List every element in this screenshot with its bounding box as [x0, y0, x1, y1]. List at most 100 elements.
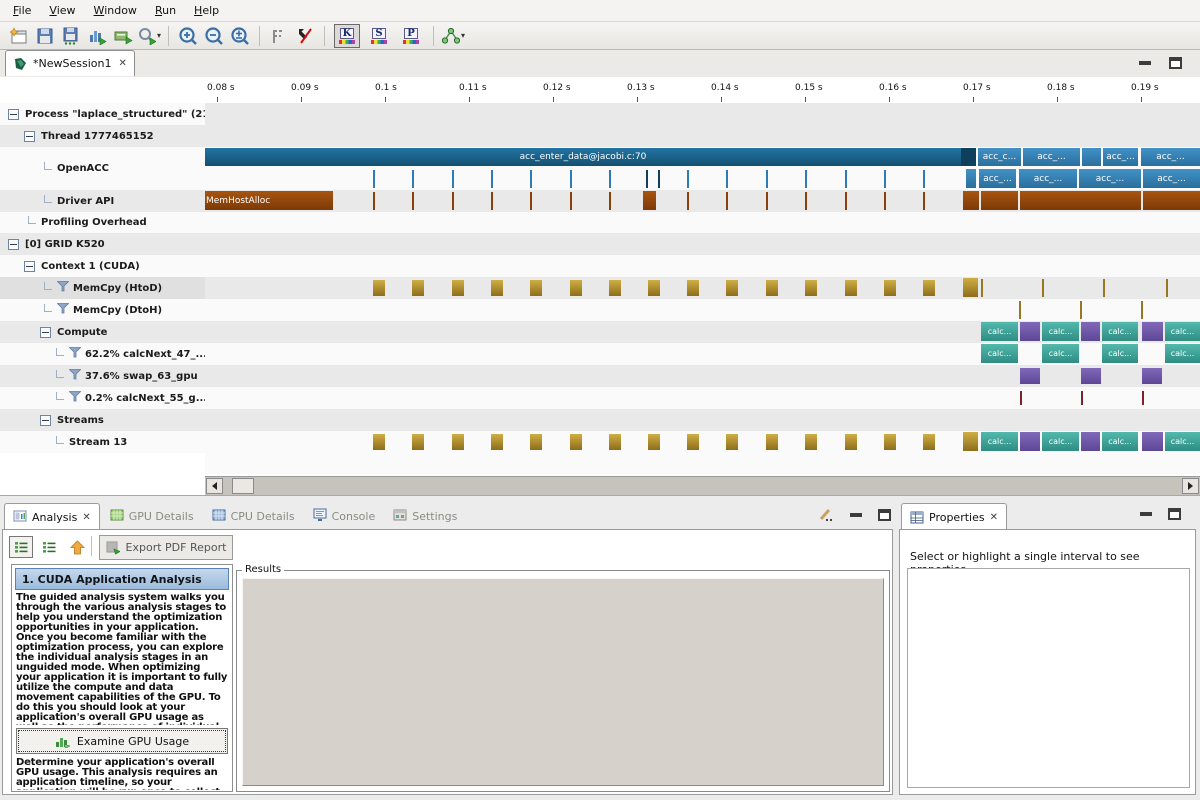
timeline-interval[interactable] [1142, 322, 1163, 341]
timeline-interval[interactable] [726, 434, 738, 450]
tree-row-thread-1777465152[interactable]: Thread 1777465152 [0, 125, 206, 147]
export-pdf-button[interactable]: Export PDF Report [99, 535, 233, 560]
timeline-interval[interactable] [1020, 432, 1040, 451]
tree-row-context-1-cuda[interactable]: Context 1 (CUDA) [0, 255, 206, 277]
timeline-interval-tick[interactable] [412, 192, 414, 210]
tab-settings[interactable]: Settings [385, 503, 465, 530]
adjust-ruler-icon[interactable] [267, 24, 291, 48]
call-tree-icon[interactable]: ▾ [441, 24, 465, 48]
tree-row-memcpy-dtoh[interactable]: MemCpy (DtoH) [0, 299, 206, 321]
tree-row-driver-api[interactable]: Driver API [0, 190, 206, 212]
timeline-interval[interactable]: acc_c... [978, 148, 1021, 166]
filter-funnel-icon[interactable] [69, 369, 81, 383]
timeline-interval-tick[interactable] [646, 170, 648, 188]
timeline-interval[interactable] [1082, 148, 1101, 166]
timeline-interval[interactable] [961, 148, 976, 166]
new-session-icon[interactable] [7, 24, 31, 48]
tree-row-memcpy-htod[interactable]: MemCpy (HtoD) [0, 277, 206, 299]
tab-gpu-details[interactable]: GPU Details [102, 503, 202, 530]
timeline-interval[interactable] [373, 280, 385, 296]
collapse-icon[interactable] [40, 327, 51, 338]
scrollbar-thumb[interactable] [232, 478, 254, 494]
timeline-interval[interactable]: acc_... [1023, 148, 1080, 166]
timeline-interval[interactable] [530, 280, 542, 296]
scroll-left-button[interactable] [206, 478, 223, 494]
timeline-interval-tick[interactable] [1166, 279, 1168, 297]
timeline-interval[interactable] [1081, 368, 1101, 384]
maximize-icon[interactable] [878, 509, 891, 521]
timeline-interval[interactable] [1142, 368, 1162, 384]
timeline-interval[interactable]: acc_... [1079, 169, 1141, 188]
timeline-interval[interactable]: calc... [1042, 322, 1079, 341]
timeline-interval-tick[interactable] [1020, 391, 1022, 405]
color-by-stream-button[interactable]: S [366, 24, 392, 48]
timeline-interval[interactable] [726, 280, 738, 296]
collapse-icon[interactable] [24, 261, 35, 272]
timeline-interval[interactable] [845, 434, 857, 450]
timeline-interval[interactable] [491, 434, 503, 450]
timeline-interval-tick[interactable] [923, 192, 925, 210]
tree-row-profiling-overhead[interactable]: Profiling Overhead [0, 212, 206, 233]
timeline-interval[interactable] [963, 432, 978, 451]
timeline-interval[interactable] [884, 280, 896, 296]
timeline-interval-tick[interactable] [452, 170, 454, 188]
profile-application-icon[interactable]: ▾ [137, 24, 161, 48]
tab-properties[interactable]: Properties ✕ [901, 503, 1007, 530]
timeline-interval[interactable] [373, 434, 385, 450]
zoom-fit-icon[interactable] [228, 24, 252, 48]
timeline-interval-tick[interactable] [609, 192, 611, 210]
zoom-in-icon[interactable] [176, 24, 200, 48]
timeline-interval[interactable] [687, 280, 699, 296]
timeline-interval-tick[interactable] [1080, 301, 1082, 319]
timeline-interval-tick[interactable] [412, 170, 414, 188]
timeline-interval-tick[interactable] [658, 170, 660, 188]
timeline-interval-tick[interactable] [845, 170, 847, 188]
menu-item-run[interactable]: Run [146, 2, 185, 19]
timeline-interval[interactable] [609, 434, 621, 450]
timeline-interval[interactable] [1143, 191, 1200, 210]
timeline-interval[interactable] [412, 434, 424, 450]
timeline-interval[interactable]: MemHostAlloc [205, 191, 333, 210]
timeline-interval[interactable] [609, 280, 621, 296]
tree-row-openacc[interactable]: OpenACC [0, 147, 206, 190]
timeline-interval[interactable]: acc_... [979, 169, 1016, 188]
timeline-interval-tick[interactable] [1081, 391, 1083, 405]
tab-analysis[interactable]: Analysis✕ [4, 503, 100, 530]
timeline-interval[interactable]: calc... [981, 432, 1018, 451]
scroll-right-button[interactable] [1182, 478, 1199, 494]
timeline-interval-tick[interactable] [373, 192, 375, 210]
menu-item-view[interactable]: View [40, 2, 84, 19]
menu-item-file[interactable]: File [4, 2, 40, 19]
timeline-interval[interactable]: acc_... [1141, 148, 1200, 166]
reset-zoom-icon[interactable] [293, 24, 317, 48]
unguided-analysis-icon[interactable] [37, 536, 61, 558]
timeline-interval[interactable]: calc... [1165, 322, 1200, 341]
timeline-interval[interactable] [648, 280, 660, 296]
timeline-interval[interactable] [452, 280, 464, 296]
timeline-interval[interactable]: acc_... [1103, 148, 1138, 166]
collapse-icon[interactable] [8, 109, 19, 120]
tree-row-37-6-swap-63-gpu[interactable]: 37.6% swap_63_gpu [0, 365, 206, 387]
collapse-icon[interactable] [40, 415, 51, 426]
timeline-interval[interactable] [1081, 322, 1100, 341]
color-by-kernel-button[interactable]: K [334, 24, 360, 48]
timeline-interval[interactable] [491, 280, 503, 296]
close-icon[interactable]: ✕ [990, 512, 998, 523]
timeline-interval-tick[interactable] [884, 192, 886, 210]
menu-item-window[interactable]: Window [85, 2, 146, 19]
view-menu-icon[interactable] [818, 508, 834, 522]
timeline-interval[interactable] [966, 169, 976, 188]
tree-row-0-2-calcnext-55-g[interactable]: 0.2% calcNext_55_g... [0, 387, 206, 409]
timeline-interval-tick[interactable] [884, 170, 886, 188]
timeline-interval[interactable] [805, 434, 817, 450]
tree-row-stream-13[interactable]: Stream 13 [0, 431, 206, 453]
timeline-interval[interactable]: calc... [1102, 322, 1138, 341]
timeline-interval-tick[interactable] [570, 192, 572, 210]
filter-funnel-icon[interactable] [69, 347, 81, 361]
timeline-interval[interactable]: calc... [1042, 344, 1079, 363]
save-all-icon[interactable] [59, 24, 83, 48]
tab-newsession[interactable]: *NewSession1 ✕ [5, 50, 135, 76]
timeline-interval-tick[interactable] [530, 170, 532, 188]
timeline-interval[interactable]: calc... [981, 322, 1018, 341]
timeline-interval[interactable] [1020, 191, 1141, 210]
